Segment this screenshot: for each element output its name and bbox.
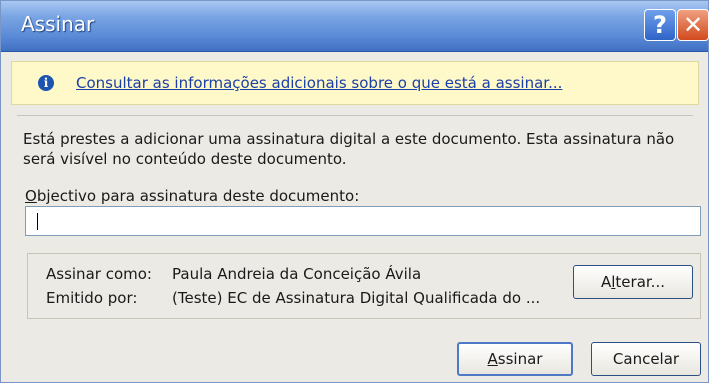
close-icon: ✕ [682,11,704,39]
purpose-input[interactable] [25,206,701,236]
change-label-a: A [600,273,612,291]
help-button[interactable]: ? [644,9,676,41]
sign-as-label: Assinar como: [46,265,152,283]
purpose-label: Objectivo para assinatura deste document… [25,187,359,205]
issued-by-value: (Teste) EC de Assinatura Digital Qualifi… [172,289,541,307]
sign-button[interactable]: Assinar [457,342,573,376]
additional-info-link[interactable]: Consultar as informações adicionais sobr… [76,74,562,92]
cancel-button[interactable]: Cancelar [591,342,701,376]
sign-as-value: Paula Andreia da Conceição Ávila [172,265,422,283]
change-label-rest: terar... [615,273,665,291]
window-title: Assinar [21,12,95,36]
change-signer-button[interactable]: Al terar... [573,265,693,299]
info-icon: i [38,75,54,91]
purpose-label-text: bjectivo para assinatura deste documento… [36,187,360,205]
help-icon: ? [653,11,667,39]
sign-dialog: Assinar ? ✕ i Consultar as informações a… [0,0,709,383]
cancel-label: Cancelar [612,350,680,368]
purpose-label-accesskey: O [25,187,37,205]
separator [17,115,693,116]
title-bar[interactable]: Assinar ? ✕ [1,1,709,52]
description-text: Está prestes a adicionar uma assinatura … [23,130,675,168]
info-bar: i Consultar as informações adicionais so… [11,61,699,105]
close-button[interactable]: ✕ [677,9,709,41]
sign-label-rest: ssinar [497,350,543,368]
sign-label-accesskey: A [487,350,498,368]
text-caret [37,213,38,230]
issued-by-label: Emitido por: [46,289,138,307]
